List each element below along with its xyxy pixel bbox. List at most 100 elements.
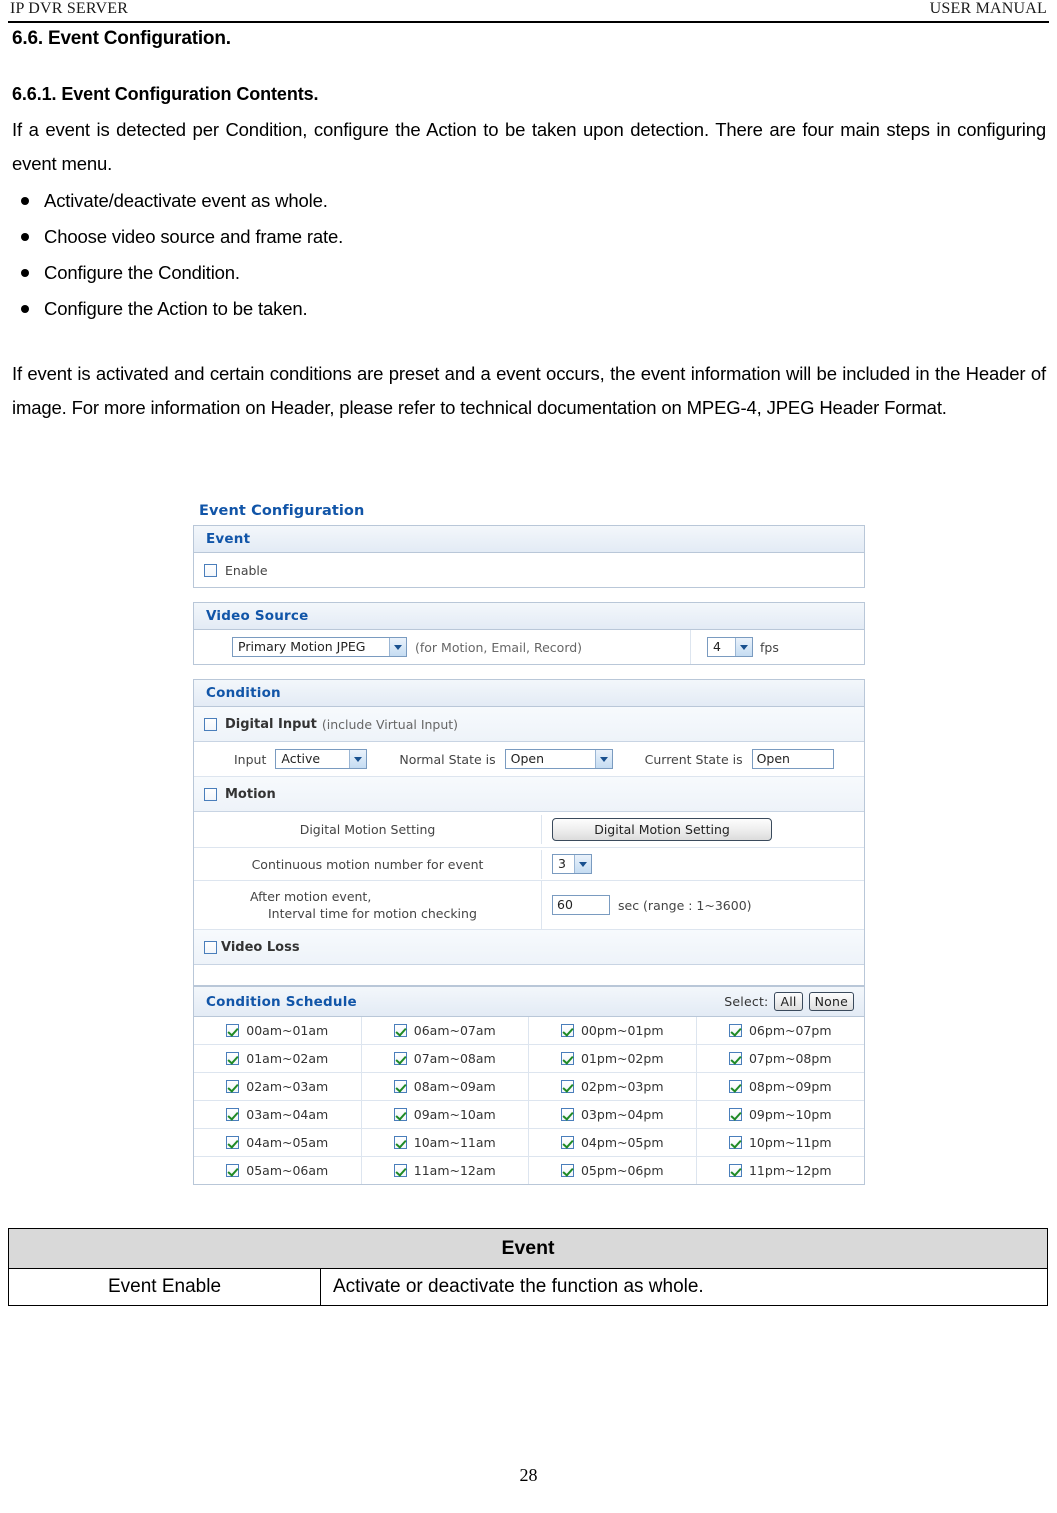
schedule-slot-checkbox[interactable] <box>560 1108 574 1121</box>
schedule-slot-label: 10am~11am <box>413 1135 496 1150</box>
schedule-slot-checkbox[interactable] <box>226 1052 240 1065</box>
bullet-dot-icon <box>21 233 29 241</box>
schedule-slot: 02pm~03pm <box>529 1073 697 1101</box>
video-loss-checkbox[interactable] <box>204 940 217 954</box>
video-source-panel: Video Source Primary Motion JPEG (for Mo… <box>193 602 865 665</box>
list-item-label: Configure the Condition. <box>44 262 240 283</box>
event-panel: Event Enable <box>193 525 865 588</box>
continuous-motion-number-select-value: 3 <box>558 856 566 871</box>
schedule-slot-checkbox[interactable] <box>226 1108 240 1121</box>
event-enable-label: Enable <box>225 562 268 578</box>
motion-interval-value-cell: 60 sec (range : 1~3600) <box>542 889 864 921</box>
schedule-slot: 00am~01am <box>194 1017 362 1045</box>
normal-state-label: Normal State is <box>399 751 496 767</box>
condition-schedule-panel: Condition Schedule Select: All None 00am… <box>193 986 865 1185</box>
event-panel-heading-label: Event <box>206 531 251 547</box>
event-enable-checkbox[interactable] <box>204 563 217 577</box>
schedule-slot-checkbox[interactable] <box>728 1052 742 1065</box>
schedule-slot-checkbox[interactable] <box>393 1136 407 1149</box>
schedule-slot-checkbox[interactable] <box>728 1024 742 1037</box>
schedule-slot-checkbox[interactable] <box>560 1080 574 1093</box>
condition-panel-heading-label: Condition <box>206 685 281 701</box>
current-state-input[interactable]: Open <box>751 749 834 769</box>
digital-input-header-row: Digital Input (include Virtual Input) <box>194 707 864 742</box>
digital-input-controls-row: Input Active Normal State is Open Curren… <box>194 742 864 777</box>
digital-motion-setting-button[interactable]: Digital Motion Setting <box>552 818 772 841</box>
schedule-slot: 03am~04am <box>194 1101 362 1129</box>
schedule-slot-label: 03am~04am <box>246 1107 329 1122</box>
schedule-slot-checkbox[interactable] <box>560 1024 574 1037</box>
event-panel-heading: Event <box>194 525 864 553</box>
schedule-slot-checkbox[interactable] <box>728 1080 742 1093</box>
schedule-slot-checkbox[interactable] <box>560 1136 574 1149</box>
normal-state-select[interactable]: Open <box>504 749 613 769</box>
schedule-slot-checkbox[interactable] <box>393 1052 407 1065</box>
condition-schedule-grid: 00am~01am 06am~07am 00pm~01pm 06pm~07pm … <box>194 1017 864 1184</box>
event-description-table: Event Event Enable Activate or deactivat… <box>8 1228 1048 1306</box>
select-none-button[interactable]: None <box>808 992 854 1011</box>
fps-label: fps <box>760 639 779 655</box>
motion-interval-key-line2: Interval time for motion checking <box>268 906 477 921</box>
schedule-slot-label: 00am~01am <box>246 1023 329 1038</box>
schedule-slot-checkbox[interactable] <box>393 1164 407 1177</box>
digital-input-label: Digital Input <box>225 716 317 732</box>
video-source-left-cell: Primary Motion JPEG (for Motion, Email, … <box>194 630 691 664</box>
schedule-slot-label: 02pm~03pm <box>580 1079 664 1094</box>
fps-select[interactable]: 4 <box>707 637 753 657</box>
select-all-button[interactable]: All <box>774 992 803 1011</box>
schedule-slot-checkbox[interactable] <box>226 1136 240 1149</box>
condition-schedule-heading-label: Condition Schedule <box>206 993 357 1010</box>
current-state-label: Current State is <box>644 751 743 767</box>
schedule-slot: 05am~06am <box>194 1157 362 1184</box>
schedule-slot: 01am~02am <box>194 1045 362 1073</box>
list-item-label: Choose video source and frame rate. <box>44 226 344 247</box>
schedule-slot-checkbox[interactable] <box>226 1024 240 1037</box>
closing-paragraph: If event is activated and certain condit… <box>12 363 1046 418</box>
bullet-dot-icon <box>21 305 29 313</box>
schedule-slot-checkbox[interactable] <box>728 1108 742 1121</box>
video-source-fps-cell: 4 fps <box>691 630 864 664</box>
schedule-slot-label: 03pm~04pm <box>580 1107 664 1122</box>
video-source-panel-heading: Video Source <box>194 602 864 630</box>
motion-interval-input[interactable]: 60 <box>552 895 610 915</box>
schedule-slot-label: 07am~08am <box>413 1051 496 1066</box>
continuous-motion-number-select[interactable]: 3 <box>552 854 592 874</box>
schedule-slot: 00pm~01pm <box>529 1017 697 1045</box>
schedule-slot-label: 07pm~08pm <box>748 1051 832 1066</box>
digital-motion-setting-key: Digital Motion Setting <box>194 815 542 844</box>
schedule-slot-label: 08am~09am <box>413 1079 496 1094</box>
schedule-slot: 02am~03am <box>194 1073 362 1101</box>
schedule-slot-checkbox[interactable] <box>393 1024 407 1037</box>
schedule-slot: 01pm~02pm <box>529 1045 697 1073</box>
continuous-motion-number-value-cell: 3 <box>542 848 864 880</box>
schedule-slot: 08am~09am <box>361 1073 529 1101</box>
digital-motion-setting-row: Digital Motion Setting Digital Motion Se… <box>194 812 864 848</box>
schedule-slot-checkbox[interactable] <box>393 1080 407 1093</box>
schedule-slot-checkbox[interactable] <box>393 1108 407 1121</box>
motion-header-row: Motion <box>194 777 864 812</box>
schedule-slot-checkbox[interactable] <box>226 1164 240 1177</box>
event-enable-row: Enable <box>194 553 864 587</box>
input-state-select[interactable]: Active <box>275 749 368 769</box>
table-row: Event Enable Activate or deactivate the … <box>8 1268 1048 1306</box>
schedule-slot: 06pm~07pm <box>696 1017 864 1045</box>
schedule-slot-label: 05am~06am <box>246 1163 329 1178</box>
schedule-slot-label: 02am~03am <box>246 1079 329 1094</box>
schedule-slot-checkbox[interactable] <box>226 1080 240 1093</box>
schedule-slot: 07am~08am <box>361 1045 529 1073</box>
digital-input-checkbox[interactable] <box>204 717 217 731</box>
schedule-slot-label: 00pm~01pm <box>580 1023 664 1038</box>
schedule-slot-checkbox[interactable] <box>560 1164 574 1177</box>
list-item: Activate/deactivate event as whole. <box>12 183 1046 219</box>
schedule-slot-checkbox[interactable] <box>728 1164 742 1177</box>
schedule-slot-label: 11am~12am <box>413 1163 496 1178</box>
motion-checkbox[interactable] <box>204 787 217 801</box>
list-item: Configure the Condition. <box>12 255 1046 291</box>
running-head-left: IP DVR SERVER <box>10 0 129 17</box>
motion-interval-key: After motion event, Interval time for mo… <box>194 881 542 929</box>
schedule-slot-checkbox[interactable] <box>560 1052 574 1065</box>
digital-motion-setting-value-cell: Digital Motion Setting <box>542 812 864 847</box>
video-source-select[interactable]: Primary Motion JPEG <box>232 637 407 657</box>
normal-state-select-value: Open <box>510 751 545 766</box>
schedule-slot-checkbox[interactable] <box>728 1136 742 1149</box>
